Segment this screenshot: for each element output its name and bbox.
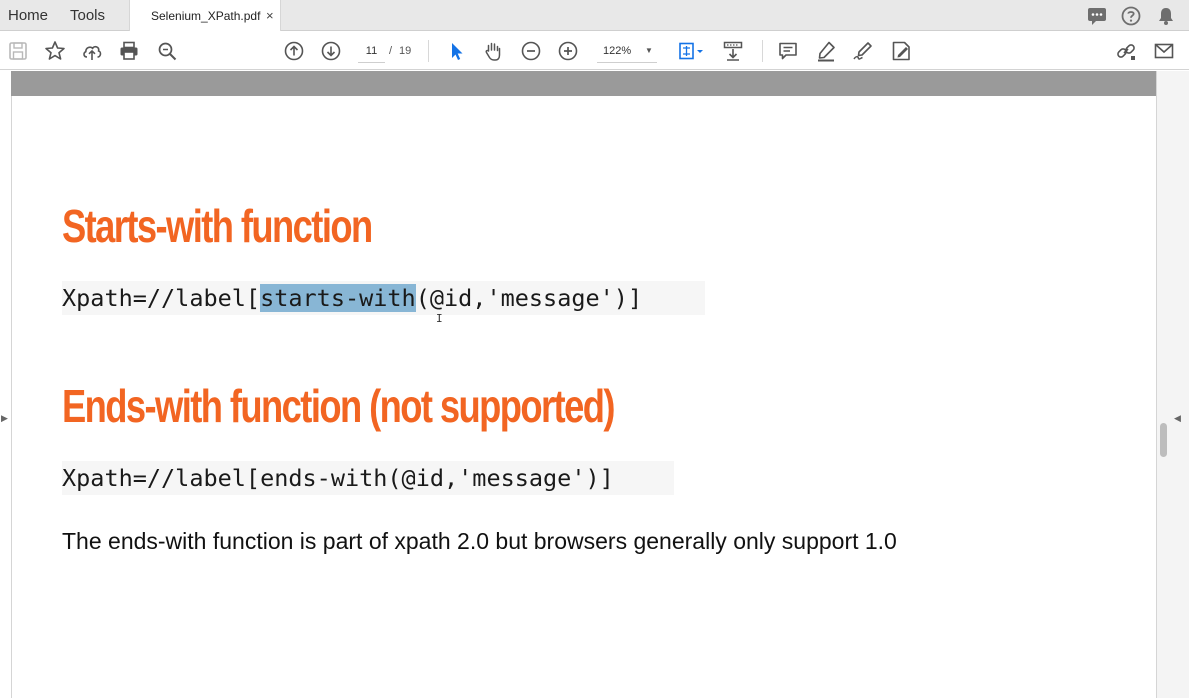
save-icon[interactable] bbox=[6, 39, 30, 63]
zoom-level-value: 122% bbox=[603, 45, 632, 57]
comment-icon[interactable] bbox=[776, 39, 800, 63]
close-tab-icon[interactable]: × bbox=[266, 8, 274, 23]
total-pages: 19 bbox=[399, 45, 412, 57]
code-snippet-ends-with[interactable]: Xpath=//label[ends-with(@id,'message')] bbox=[62, 461, 674, 495]
print-icon[interactable] bbox=[117, 39, 141, 63]
help-icon[interactable] bbox=[1120, 5, 1142, 27]
home-tab[interactable]: Home bbox=[8, 0, 48, 31]
chat-icon[interactable] bbox=[1086, 5, 1108, 27]
next-page-icon[interactable] bbox=[319, 39, 343, 63]
right-panel-toggle-icon[interactable]: ◀ bbox=[1174, 413, 1181, 424]
scrollbar-thumb[interactable] bbox=[1160, 423, 1167, 457]
fit-page-icon[interactable] bbox=[675, 39, 707, 63]
tab-bar: Home Tools Selenium_XPath.pdf × bbox=[0, 0, 1189, 32]
document-tab[interactable]: Selenium_XPath.pdf × bbox=[129, 0, 281, 32]
left-panel-toggle-icon[interactable]: ▶ bbox=[1, 413, 8, 424]
email-icon[interactable] bbox=[1152, 39, 1176, 63]
share-link-icon[interactable] bbox=[1114, 39, 1138, 63]
select-cursor-icon[interactable] bbox=[444, 39, 468, 63]
zoom-level-dropdown[interactable]: 122% ▼ bbox=[597, 39, 657, 63]
toolbar-divider bbox=[428, 40, 429, 62]
highlight-pen-icon[interactable] bbox=[814, 39, 838, 63]
selected-text-highlight[interactable]: starts-with bbox=[260, 284, 416, 312]
sign-icon[interactable] bbox=[851, 39, 875, 63]
pdf-viewer-window: Home Tools Selenium_XPath.pdf × 11 / 19 … bbox=[0, 0, 1189, 698]
page-border bbox=[11, 96, 12, 698]
vertical-scrollbar[interactable] bbox=[1157, 71, 1189, 698]
scroll-mode-icon[interactable] bbox=[721, 39, 745, 63]
chevron-down-icon: ▼ bbox=[645, 46, 653, 55]
zoom-out-icon[interactable] bbox=[519, 39, 543, 63]
heading-starts-with: Starts-with function bbox=[62, 200, 373, 252]
code-suffix: (@id,'message')] bbox=[415, 284, 643, 312]
zoom-search-icon[interactable] bbox=[155, 39, 179, 63]
page-separator: / bbox=[389, 45, 393, 57]
fill-sign-icon[interactable] bbox=[889, 39, 913, 63]
document-viewer[interactable]: ◀ ▶ Starts-with function Xpath=//label[s… bbox=[0, 71, 1189, 698]
notification-bell-icon[interactable] bbox=[1155, 5, 1177, 27]
page-separator-bar bbox=[11, 71, 1157, 96]
heading-ends-with: Ends-with function (not supported) bbox=[62, 380, 615, 432]
previous-page-icon[interactable] bbox=[282, 39, 306, 63]
zoom-in-icon[interactable] bbox=[556, 39, 580, 63]
cloud-upload-icon[interactable] bbox=[80, 39, 104, 63]
hand-pan-icon[interactable] bbox=[481, 39, 505, 63]
toolbar-divider bbox=[762, 40, 763, 62]
bookmark-star-icon[interactable] bbox=[43, 39, 67, 63]
document-tab-label: Selenium_XPath.pdf bbox=[151, 9, 261, 23]
code-prefix: Xpath=//label[ bbox=[62, 284, 261, 312]
main-toolbar: / 19 122% ▼ bbox=[0, 31, 1189, 70]
body-paragraph[interactable]: The ends-with function is part of xpath … bbox=[62, 528, 897, 555]
text-cursor-icon: I bbox=[436, 312, 443, 325]
current-page-input[interactable] bbox=[358, 39, 385, 63]
code-snippet-starts-with[interactable]: Xpath=//label[starts-with(@id,'message')… bbox=[62, 281, 705, 315]
tools-tab[interactable]: Tools bbox=[70, 0, 105, 31]
